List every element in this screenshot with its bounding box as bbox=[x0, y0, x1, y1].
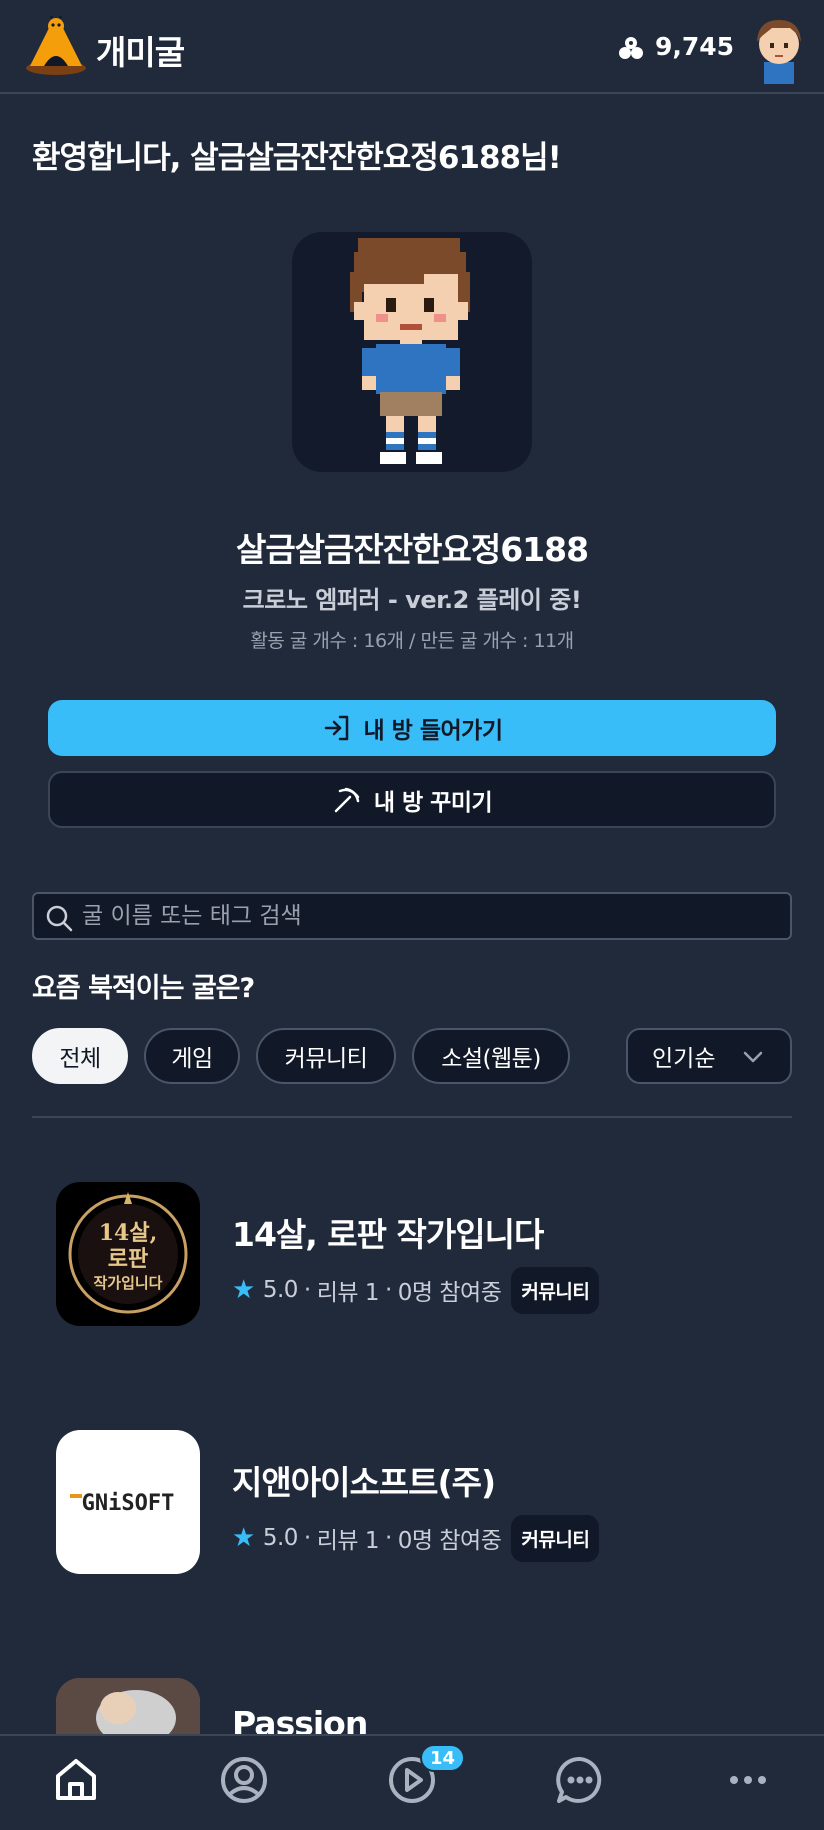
star-icon: ★ bbox=[232, 1523, 255, 1553]
profile-playing-status: 크로노 엠퍼러 - ver.2 플레이 중! bbox=[242, 586, 582, 614]
thumb-text-line1: 14살, bbox=[99, 1220, 158, 1246]
pickaxe-icon bbox=[334, 787, 360, 812]
welcome-message: 환영합니다, 살금살금잔잔한요정6188님! bbox=[32, 140, 562, 176]
room-meta: ★ 5.0 · 리뷰 1 · 0명 참여중 커뮤니티 bbox=[232, 1266, 600, 1314]
room-thumbnail-art bbox=[56, 1678, 200, 1734]
app-title[interactable]: 개미굴 bbox=[96, 26, 185, 74]
coin-cluster-icon bbox=[619, 37, 643, 59]
search-input[interactable] bbox=[82, 900, 772, 932]
room-rating: 5.0 bbox=[262, 1525, 299, 1551]
meta-separator: · bbox=[384, 1277, 392, 1303]
profile-stats: 활동 굴 개수 : 16개 / 만든 굴 개수 : 11개 bbox=[250, 630, 574, 652]
bottom-navigation bbox=[0, 1734, 824, 1830]
room-thumbnail bbox=[56, 1678, 200, 1734]
search-icon bbox=[46, 905, 73, 932]
profile-icon[interactable] bbox=[218, 1754, 270, 1806]
enter-room-button[interactable]: 내 방 들어가기 bbox=[48, 700, 776, 756]
notification-badge: 14 bbox=[420, 1744, 466, 1772]
coin-count: 9,745 bbox=[655, 32, 735, 61]
section-title: 요즘 북적이는 굴은? bbox=[32, 973, 255, 1004]
user-avatar[interactable] bbox=[742, 10, 816, 84]
room-thumbnail: 14살, 로판 작가입니다 bbox=[56, 1182, 200, 1326]
sort-selected-label: 인기순 bbox=[652, 1046, 716, 1072]
room-thumbnail: GNiSOFT bbox=[56, 1430, 200, 1574]
filter-chip-all[interactable]: 전체 bbox=[32, 1028, 128, 1084]
meta-separator: · bbox=[303, 1277, 311, 1303]
filter-chip-novel[interactable]: 소설(웹툰) bbox=[412, 1028, 570, 1084]
room-list-item[interactable]: 14살, 로판 작가입니다 14살, 로판 작가입니다 ★ 5.0 · 리뷰 1… bbox=[0, 1182, 824, 1342]
filter-chip-community[interactable]: 커뮤니티 bbox=[256, 1028, 396, 1084]
room-title[interactable]: 14살, 로판 작가입니다 bbox=[232, 1208, 544, 1256]
sort-dropdown[interactable]: 인기순 bbox=[626, 1028, 792, 1084]
home-icon[interactable] bbox=[50, 1754, 102, 1806]
character-avatar-card bbox=[292, 232, 532, 472]
room-list-item[interactable]: Passion bbox=[0, 1678, 824, 1734]
room-title[interactable]: 지앤아이소프트(주) bbox=[232, 1456, 496, 1504]
ant-hill-logo[interactable] bbox=[24, 16, 88, 78]
room-list-item[interactable]: GNiSOFT 지앤아이소프트(주) ★ 5.0 · 리뷰 1 · 0명 참여중… bbox=[0, 1430, 824, 1590]
meta-separator: · bbox=[303, 1525, 311, 1551]
room-reviews: 리뷰 1 bbox=[316, 1528, 380, 1554]
room-tag[interactable]: 커뮤니티 bbox=[511, 1514, 600, 1562]
thumb-text-line2: 로판 bbox=[108, 1246, 148, 1272]
search-bar[interactable] bbox=[32, 892, 792, 940]
chevron-down-icon bbox=[743, 1051, 763, 1063]
room-participants: 0명 참여중 bbox=[397, 1528, 502, 1554]
enter-room-label: 내 방 들어가기 bbox=[363, 718, 503, 744]
thumb-text-line3: 작가입니다 bbox=[93, 1274, 162, 1292]
room-meta: ★ 5.0 · 리뷰 1 · 0명 참여중 커뮤니티 bbox=[232, 1514, 600, 1562]
room-thumbnail-art: GNiSOFT bbox=[70, 1491, 175, 1516]
room-participants: 0명 참여중 bbox=[397, 1280, 502, 1306]
room-thumbnail-art: 14살, 로판 작가입니다 bbox=[68, 1192, 188, 1314]
filter-chip-game[interactable]: 게임 bbox=[144, 1028, 240, 1084]
thumb-logo-text: GNiSOFT bbox=[82, 1491, 175, 1516]
profile-username: 살금살금잔잔한요정6188 bbox=[235, 530, 589, 569]
chat-icon[interactable] bbox=[554, 1754, 606, 1806]
login-arrow-icon bbox=[324, 715, 348, 741]
decorate-room-label: 내 방 꾸미기 bbox=[373, 789, 493, 816]
section-divider bbox=[32, 1116, 792, 1118]
room-rating: 5.0 bbox=[262, 1277, 299, 1303]
room-tag[interactable]: 커뮤니티 bbox=[511, 1266, 600, 1314]
decorate-room-button[interactable]: 내 방 꾸미기 bbox=[48, 771, 776, 828]
star-icon: ★ bbox=[232, 1275, 255, 1305]
more-icon[interactable] bbox=[722, 1754, 774, 1806]
room-reviews: 리뷰 1 bbox=[316, 1280, 380, 1306]
room-title[interactable]: Passion bbox=[232, 1704, 368, 1734]
pixel-character-image bbox=[350, 238, 470, 464]
top-header: 개미굴 9,745 bbox=[0, 0, 824, 94]
meta-separator: · bbox=[384, 1525, 392, 1551]
